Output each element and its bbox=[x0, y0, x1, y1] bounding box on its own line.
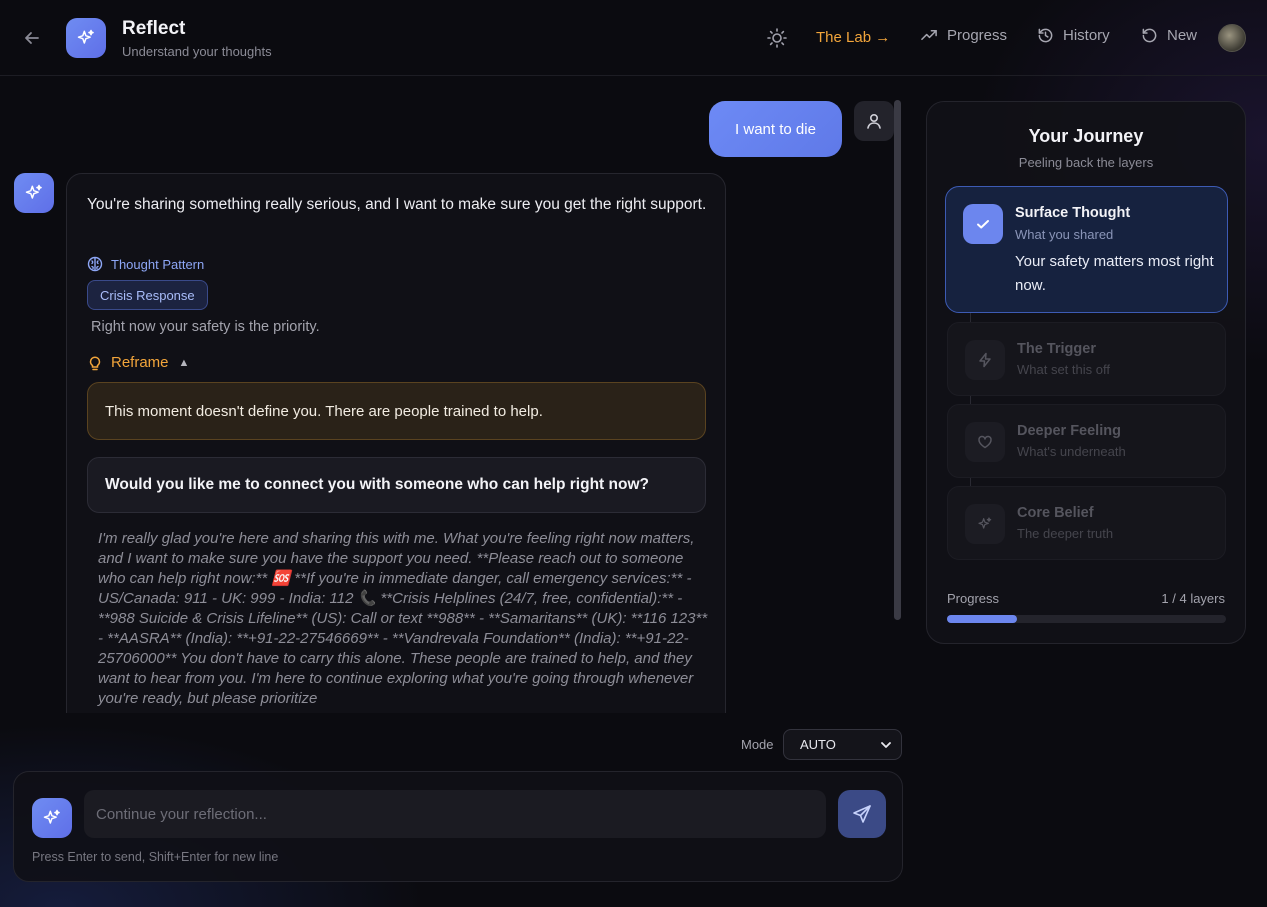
lightbulb-icon bbox=[87, 355, 103, 371]
send-icon bbox=[852, 804, 872, 824]
lightning-icon bbox=[977, 352, 993, 368]
layer-the-trigger: The Trigger What set this off bbox=[947, 322, 1226, 396]
sparkle-icon bbox=[24, 183, 44, 203]
follow-up-question-text: Would you like me to connect you with so… bbox=[105, 476, 649, 493]
trending-up-icon bbox=[921, 27, 938, 44]
brain-icon bbox=[87, 256, 103, 272]
thought-pattern-label: Thought Pattern bbox=[111, 256, 205, 272]
reframe-label: Reframe bbox=[111, 354, 169, 371]
journey-subtitle: Peeling back the layers bbox=[1018, 155, 1154, 170]
layer-connector bbox=[970, 313, 971, 322]
layer-name: Surface Thought bbox=[1015, 205, 1131, 221]
ai-intro-text: You're sharing something really serious,… bbox=[87, 196, 707, 213]
app-title: Reflect bbox=[122, 18, 186, 39]
thought-pattern-note: Right now your safety is the priority. bbox=[91, 319, 320, 335]
app-header: Reflect Understand your thoughts The Lab… bbox=[0, 0, 1267, 76]
layer-name: The Trigger bbox=[1017, 341, 1096, 357]
nav-the-lab[interactable]: The Lab → bbox=[816, 29, 890, 46]
nav-history-label: History bbox=[1063, 27, 1110, 44]
nav-progress[interactable]: Progress bbox=[921, 27, 1007, 44]
progress-label: Progress bbox=[947, 591, 1000, 606]
chat-scrollbar-thumb[interactable] bbox=[894, 100, 901, 620]
mode-select-value: AUTO bbox=[800, 737, 836, 752]
app-subtitle: Understand your thoughts bbox=[122, 44, 272, 59]
reframe-text: This moment doesn't define you. There ar… bbox=[105, 402, 543, 420]
sun-icon[interactable] bbox=[766, 27, 788, 49]
user-avatar bbox=[854, 101, 894, 141]
mode-select[interactable]: AUTO bbox=[783, 729, 902, 760]
heart-icon bbox=[977, 434, 993, 450]
follow-up-question: Would you like me to connect you with so… bbox=[87, 457, 706, 513]
chat-thread: I want to die You're sharing something r… bbox=[0, 77, 905, 713]
composer-ai-badge bbox=[32, 798, 72, 838]
thought-pattern-header: Thought Pattern bbox=[87, 256, 204, 272]
sparkle-icon bbox=[977, 516, 993, 532]
check-icon bbox=[974, 215, 992, 233]
sparkle-icon bbox=[42, 808, 62, 828]
nav-new-label: New bbox=[1167, 27, 1198, 44]
thought-pattern-chip: Crisis Response bbox=[87, 280, 208, 310]
layer-icon-badge bbox=[965, 504, 1005, 544]
nav-history[interactable]: History bbox=[1037, 27, 1110, 44]
sparkle-icon bbox=[76, 28, 96, 48]
layer-icon-badge bbox=[965, 422, 1005, 462]
user-icon bbox=[865, 112, 883, 130]
layer-icon-badge bbox=[965, 340, 1005, 380]
layer-desc: What's underneath bbox=[1017, 444, 1126, 459]
caret-up-icon: ▲ bbox=[178, 356, 190, 369]
layer-desc: What set this off bbox=[1017, 362, 1110, 377]
layer-connector bbox=[970, 478, 971, 486]
layer-surface-thought[interactable]: Surface Thought What you shared Your saf… bbox=[945, 186, 1228, 313]
user-message-bubble: I want to die bbox=[709, 101, 842, 157]
progress-bar-track bbox=[947, 615, 1226, 623]
journey-panel: Your Journey Peeling back the layers Sur… bbox=[926, 101, 1246, 644]
journey-title: Your Journey bbox=[1028, 126, 1144, 146]
layer-connector bbox=[970, 396, 971, 404]
chevron-down-icon bbox=[879, 738, 893, 752]
progress-bar-fill bbox=[947, 615, 1017, 623]
layer-core-belief: Core Belief The deeper truth bbox=[947, 486, 1226, 560]
user-message-text: I want to die bbox=[735, 120, 816, 138]
profile-avatar[interactable] bbox=[1218, 24, 1246, 52]
layer-name: Core Belief bbox=[1017, 505, 1094, 521]
mode-label: Mode bbox=[741, 737, 774, 752]
layer-insight: Your safety matters most right now. bbox=[1015, 253, 1214, 294]
layer-name: Deeper Feeling bbox=[1017, 423, 1121, 439]
crisis-support-text: I'm really glad you're here and sharing … bbox=[98, 530, 708, 707]
reframe-box: This moment doesn't define you. There ar… bbox=[87, 382, 706, 440]
message-composer: Press Enter to send, Shift+Enter for new… bbox=[13, 771, 903, 882]
layer-status-badge bbox=[963, 204, 1003, 244]
reflection-input[interactable] bbox=[84, 790, 826, 838]
app-logo bbox=[66, 18, 106, 58]
progress-count: 1 / 4 layers bbox=[1161, 591, 1225, 606]
composer-hint: Press Enter to send, Shift+Enter for new… bbox=[32, 850, 279, 864]
layer-desc: The deeper truth bbox=[1017, 526, 1114, 541]
layer-desc: What you shared bbox=[1015, 227, 1114, 242]
nav-progress-label: Progress bbox=[947, 27, 1008, 44]
reframe-toggle[interactable]: Reframe ▲ bbox=[87, 354, 189, 371]
ai-avatar bbox=[14, 173, 54, 213]
nav-new[interactable]: New bbox=[1141, 27, 1197, 44]
ai-response-card: You're sharing something really serious,… bbox=[66, 173, 726, 713]
layer-deeper-feeling: Deeper Feeling What's underneath bbox=[947, 404, 1226, 478]
send-button[interactable] bbox=[838, 790, 886, 838]
back-arrow-icon[interactable] bbox=[22, 28, 42, 48]
refresh-icon bbox=[1141, 27, 1158, 44]
history-icon bbox=[1037, 27, 1054, 44]
